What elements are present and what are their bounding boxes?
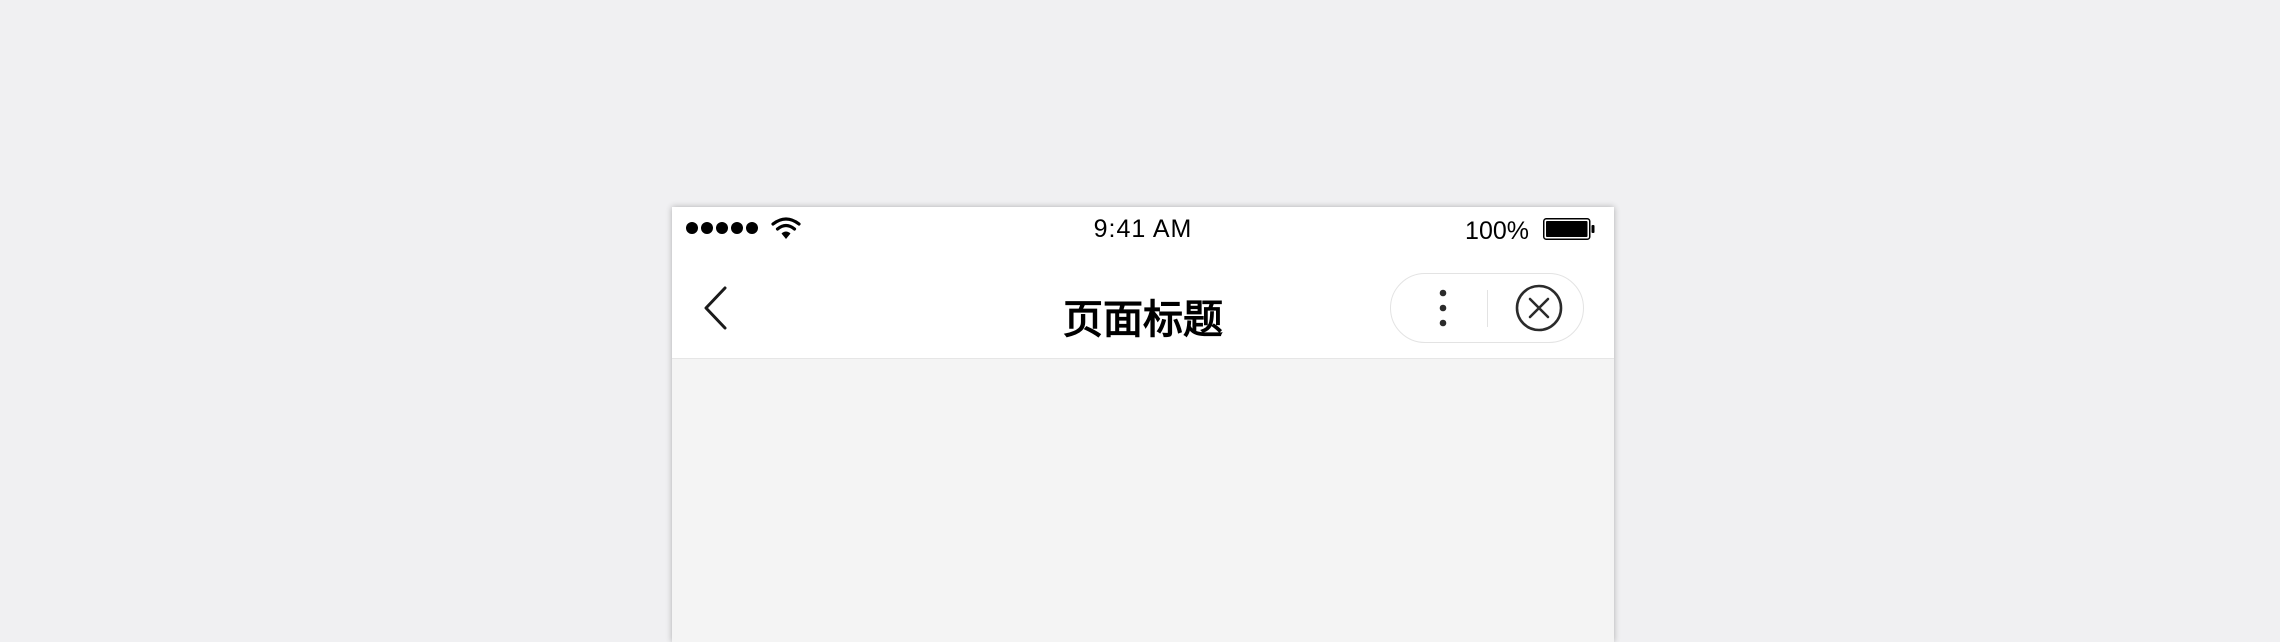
navigation-bar: 页面标题	[672, 257, 1614, 359]
more-button[interactable]	[1391, 274, 1487, 342]
page-content	[672, 359, 1614, 642]
phone-frame: 9:41 AM 100% 页面标题	[672, 207, 1614, 642]
battery-percent: 100%	[1465, 217, 1529, 245]
menu-capsule	[1390, 273, 1584, 343]
status-bar: 9:41 AM 100%	[672, 207, 1614, 257]
more-vertical-icon	[1439, 289, 1447, 327]
close-circle-icon	[1515, 284, 1563, 332]
battery-icon	[1543, 218, 1595, 240]
close-button[interactable]	[1488, 274, 1584, 342]
